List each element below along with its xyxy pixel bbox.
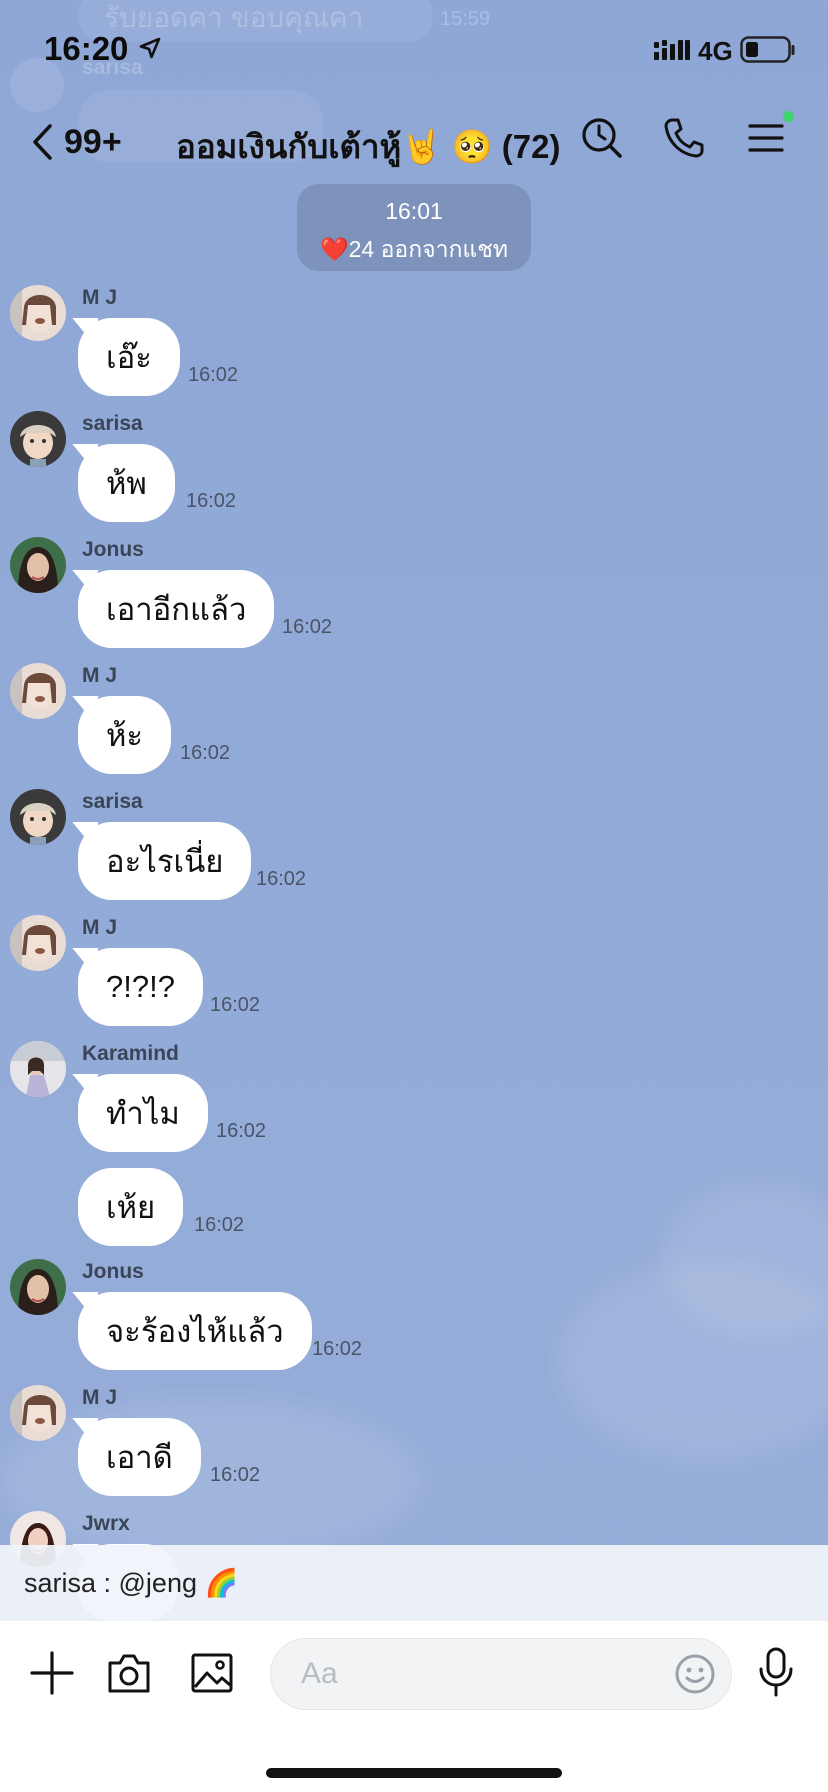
status-time: 16:20: [44, 30, 129, 67]
emoji-icon[interactable]: [674, 1653, 716, 1695]
message-bubble[interactable]: เอ๊ะ: [78, 318, 180, 396]
avatar[interactable]: [10, 789, 66, 845]
image-icon[interactable]: [190, 1651, 234, 1695]
message-bubble[interactable]: ?!?!?: [78, 948, 203, 1026]
home-indicator: [266, 1768, 562, 1778]
avatar[interactable]: [10, 1041, 66, 1097]
mention-text: sarisa : @jeng 🌈: [24, 1568, 239, 1598]
message-input[interactable]: [270, 1638, 732, 1710]
microphone-icon[interactable]: [758, 1647, 794, 1697]
message-time: 16:02: [186, 490, 237, 512]
system-notice-time: 16:01: [385, 198, 443, 224]
avatar[interactable]: [10, 411, 66, 467]
message-time: 16:02: [180, 742, 231, 764]
sender-name: sarisa: [82, 412, 143, 435]
sender-name: M J: [82, 286, 118, 309]
avatar[interactable]: [10, 1385, 66, 1441]
avatar[interactable]: [10, 663, 66, 719]
avatar[interactable]: [10, 915, 66, 971]
message-time: 16:02: [216, 1120, 267, 1142]
battery-icon: [740, 36, 795, 63]
sender-name: M J: [82, 916, 118, 939]
sender-name: Karamind: [82, 1042, 179, 1065]
unread-count: 99+: [64, 122, 122, 161]
sender-name: M J: [82, 1386, 118, 1409]
network-type: 4G: [698, 36, 733, 66]
sender-name: Jonus: [82, 538, 144, 561]
message-bubble[interactable]: เอาอีกแล้ว: [78, 570, 275, 648]
system-notice-text: ❤️24 ออกจากแชท: [319, 236, 509, 262]
avatar[interactable]: [10, 1259, 66, 1315]
message-bubble[interactable]: เห้ย: [78, 1168, 184, 1246]
signal-icon: [654, 40, 690, 60]
sender-name: sarisa: [82, 790, 143, 813]
status-bar: 16:20 4G: [0, 0, 828, 100]
input-bar: [0, 1621, 828, 1792]
message-time: 16:02: [194, 1214, 245, 1236]
location-arrow-icon: [139, 37, 161, 59]
message-time: 16:02: [312, 1338, 363, 1360]
phone-icon[interactable]: [662, 116, 706, 160]
search-history-icon[interactable]: [580, 116, 624, 160]
message-bubble[interactable]: ทำไม: [78, 1074, 208, 1152]
chevron-left-icon: [33, 124, 52, 160]
message-time: 16:02: [256, 868, 307, 890]
chat-header: 99+ ออมเงินกับเต้าหู้🤘 🥺 (72): [0, 100, 828, 180]
back-button[interactable]: 99+: [30, 118, 122, 166]
system-notice: 16:01 ❤️24 ออกจากแชท: [297, 184, 531, 271]
message-bubble[interactable]: ห้ะ: [78, 696, 172, 774]
sender-name: Jonus: [82, 1260, 144, 1283]
mention-notification-bar[interactable]: sarisa : @jeng 🌈: [0, 1545, 828, 1621]
message-time: 16:02: [210, 994, 261, 1016]
plus-icon[interactable]: [30, 1651, 74, 1695]
avatar[interactable]: [10, 285, 66, 341]
message-time: 16:02: [188, 364, 239, 386]
message-time: 16:02: [282, 616, 333, 638]
message-bubble[interactable]: จะร้องไห้แล้ว: [78, 1292, 312, 1370]
chat-title[interactable]: ออมเงินกับเต้าหู้🤘 🥺 (72): [176, 120, 560, 173]
sender-name: Jwrx: [82, 1512, 130, 1535]
camera-icon[interactable]: [106, 1651, 152, 1695]
message-time: 16:02: [210, 1464, 261, 1486]
sender-name: M J: [82, 664, 118, 687]
message-bubble[interactable]: อะไรเนี่ย: [78, 822, 252, 900]
menu-icon[interactable]: [746, 116, 786, 160]
message-bubble[interactable]: เอาดี: [78, 1418, 201, 1496]
online-status-dot: [783, 111, 794, 122]
avatar[interactable]: [10, 537, 66, 593]
message-bubble[interactable]: ห้พ: [78, 444, 175, 522]
